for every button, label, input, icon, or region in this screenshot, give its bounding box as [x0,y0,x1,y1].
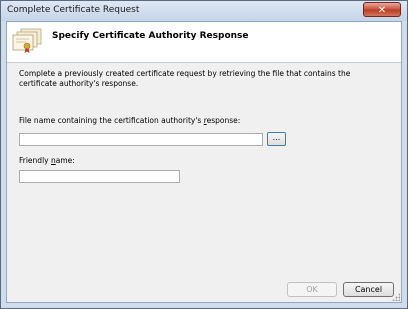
wizard-header: Specify Certificate Authority Response [7,22,401,63]
certificate-icon [12,28,42,53]
wizard-page-title: Specify Certificate Authority Response [52,31,249,41]
friendly-name-input[interactable] [19,170,180,183]
dialog-client-area: Specify Certificate Authority Response C… [6,21,402,303]
file-name-input[interactable] [19,133,263,146]
title-bar[interactable]: Complete Certificate Request ✕ [1,1,407,21]
cancel-button[interactable]: Cancel [343,282,394,297]
close-icon: ✕ [377,5,387,16]
close-button[interactable]: ✕ [363,2,401,17]
description-text: Complete a previously created certificat… [19,69,351,88]
dialog-window: Complete Certificate Request ✕ Specify C… [0,0,408,309]
friendly-name-label: Friendly name: [19,156,75,165]
ok-button[interactable]: OK [287,282,337,297]
file-name-label: File name containing the certification a… [19,116,241,125]
dialog-body: Complete a previously created certificat… [7,63,401,302]
window-title: Complete Certificate Request [7,5,140,15]
browse-button[interactable]: ... [267,132,286,146]
